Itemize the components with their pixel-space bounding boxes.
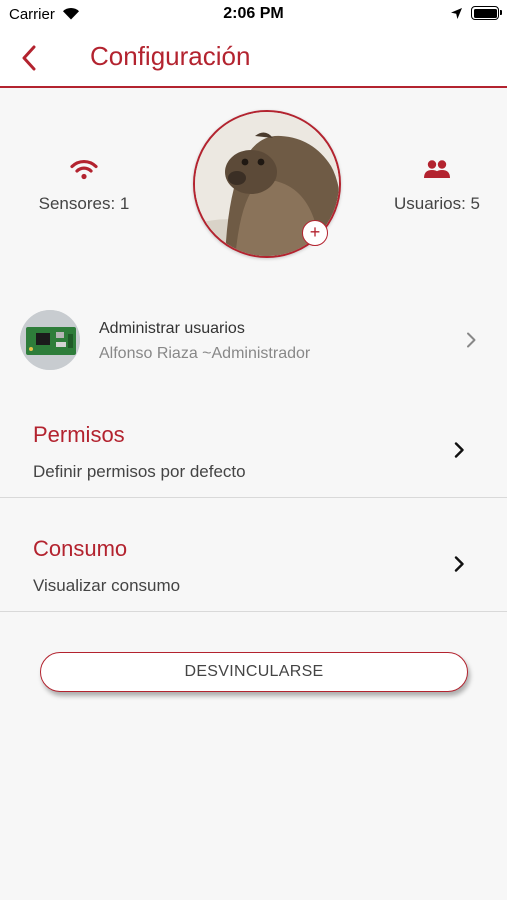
page-title: Configuración xyxy=(90,41,251,71)
users-icon xyxy=(424,160,450,178)
chevron-right-icon xyxy=(454,442,464,458)
consumption-subtitle: Visualizar consumo xyxy=(33,576,181,595)
avatar-add-button[interactable]: + xyxy=(302,220,328,246)
permissions-title: Permisos xyxy=(33,422,125,447)
back-chevron-icon xyxy=(22,45,36,71)
location-icon xyxy=(450,7,463,25)
status-bar: Carrier 2:06 PM xyxy=(0,0,507,28)
sensors-count: Sensores: 1 xyxy=(38,194,130,213)
chevron-right-icon xyxy=(454,556,464,572)
consumption-title: Consumo xyxy=(33,536,128,561)
admin-users-row[interactable]: Administrar usuarios Alfonso Riaza ~Admi… xyxy=(0,305,507,375)
unlink-button[interactable]: DESVINCULARSE xyxy=(40,652,468,692)
permissions-row[interactable]: Permisos Definir permisos por defecto xyxy=(0,384,507,498)
sensors-stat: Sensores: 1 xyxy=(14,153,154,214)
chevron-right-icon xyxy=(467,332,476,348)
admin-users-title: Administrar usuarios xyxy=(99,320,245,337)
back-button[interactable] xyxy=(12,38,46,78)
nav-bar: Configuración xyxy=(0,28,507,88)
consumption-row[interactable]: Consumo Visualizar consumo xyxy=(0,498,507,612)
users-count: Usuarios: 5 xyxy=(394,194,480,213)
permissions-subtitle: Definir permisos por defecto xyxy=(33,462,246,481)
admin-users-subtitle: Alfonso Riaza ~Administrador xyxy=(99,345,311,362)
wifi-icon xyxy=(70,159,98,180)
device-thumbnail xyxy=(20,310,80,370)
status-time: 2:06 PM xyxy=(223,5,284,22)
users-stat: Usuarios: 5 xyxy=(367,153,507,214)
battery-icon xyxy=(471,6,502,20)
